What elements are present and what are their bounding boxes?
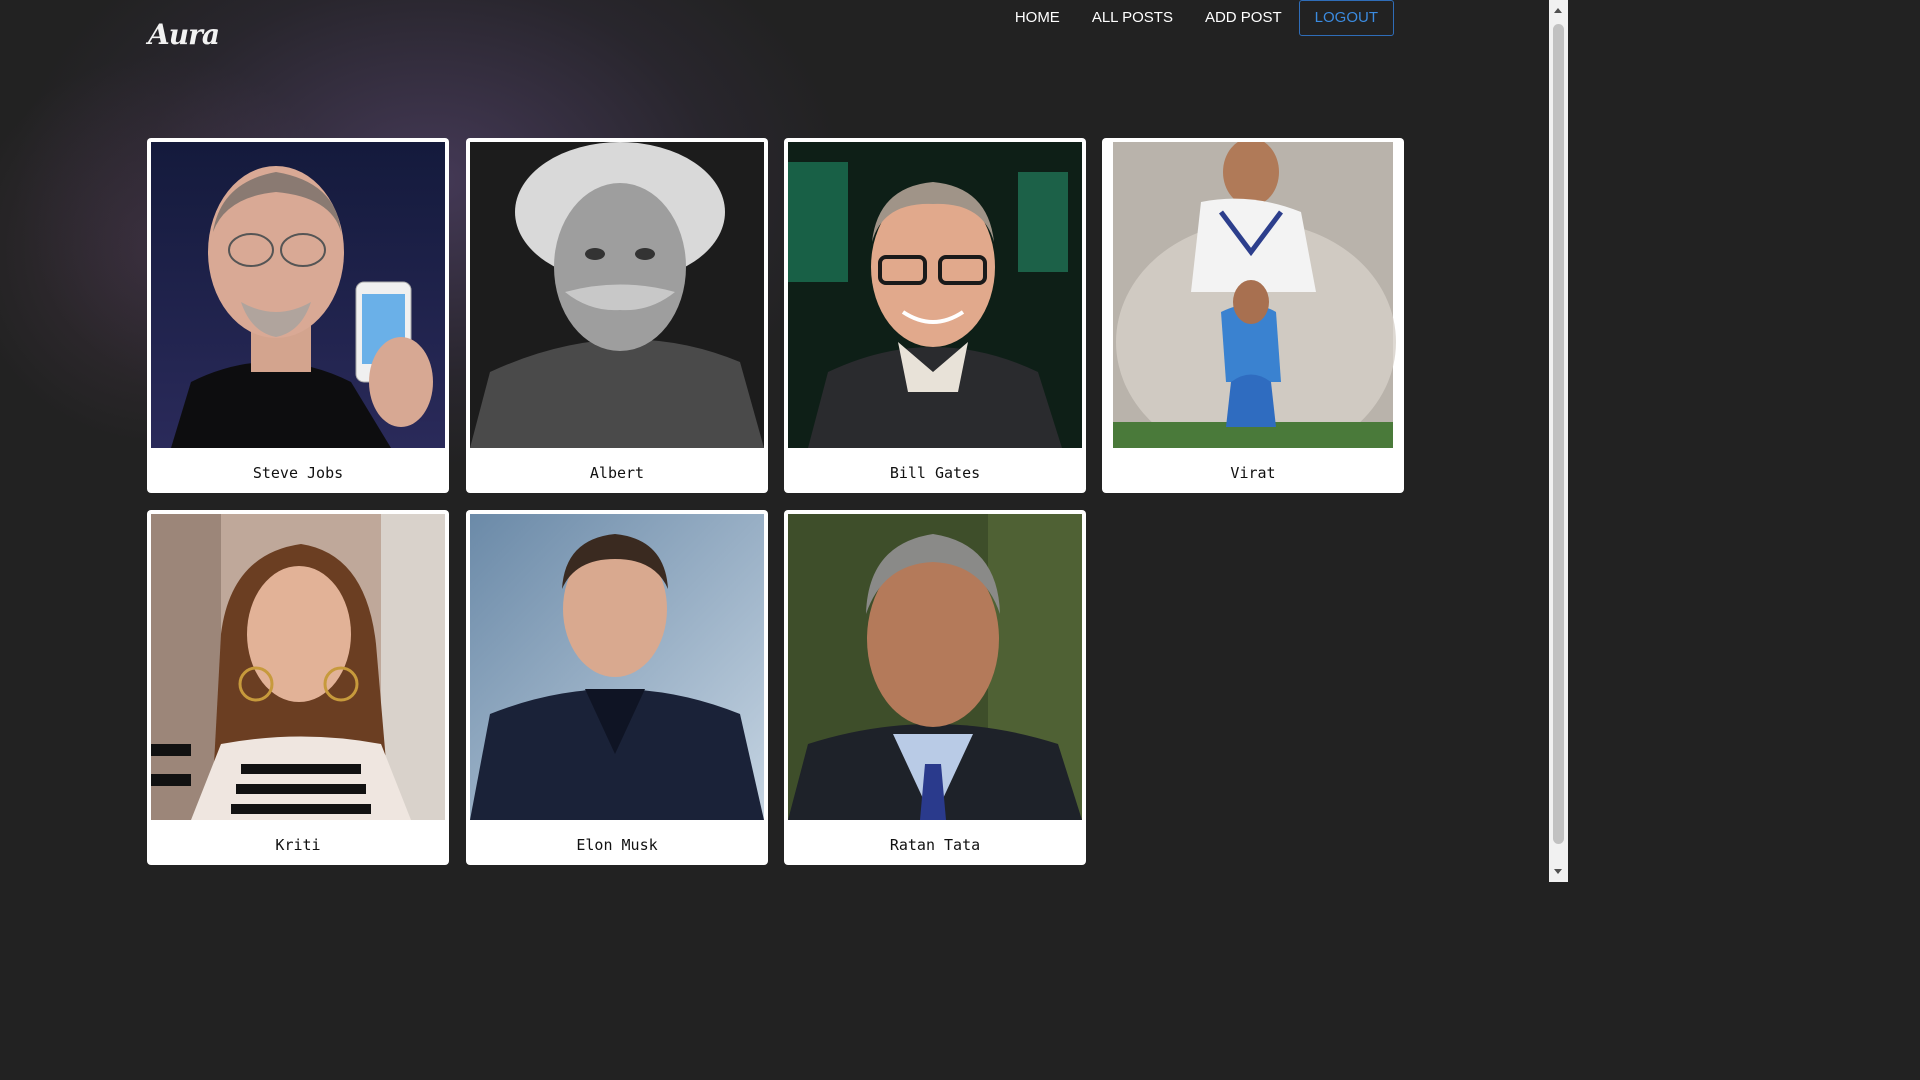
page-scrollbar[interactable] (1549, 0, 1568, 882)
scroll-down-arrow-icon[interactable] (1554, 869, 1562, 874)
nav-home-link[interactable]: HOME (999, 0, 1076, 36)
nav-all-posts-link[interactable]: ALL POSTS (1076, 0, 1189, 36)
post-card[interactable]: Elon Musk (466, 510, 768, 865)
post-card[interactable]: Kriti (147, 510, 449, 865)
post-card[interactable]: Virat (1102, 138, 1404, 493)
post-card[interactable]: Albert (466, 138, 768, 493)
post-card[interactable]: Bill Gates (784, 138, 1086, 493)
nav-add-post-link[interactable]: ADD POST (1189, 0, 1298, 36)
post-photo[interactable] (788, 514, 1082, 820)
scrollbar-thumb[interactable] (1553, 24, 1564, 844)
logout-button[interactable]: LOGOUT (1298, 0, 1394, 36)
post-name: Bill Gates (889, 463, 981, 482)
post-name: Elon Musk (576, 835, 658, 854)
post-name: Kriti (275, 835, 321, 854)
post-photo[interactable] (788, 142, 1082, 448)
post-name: Steve Jobs (252, 463, 344, 482)
post-card[interactable]: Steve Jobs (147, 138, 449, 493)
post-photo[interactable] (470, 142, 764, 448)
post-photo[interactable] (151, 514, 445, 820)
post-name: Albert (589, 463, 645, 482)
scroll-up-arrow-icon[interactable] (1554, 8, 1562, 13)
post-photo[interactable] (470, 514, 764, 820)
post-name: Ratan Tata (889, 835, 981, 854)
nav-links: HOME ALL POSTS ADD POST LOGOUT (999, 0, 1394, 36)
post-photo[interactable] (1106, 142, 1400, 448)
post-photo[interactable] (151, 142, 445, 448)
brand-logo[interactable]: Aura (148, 18, 220, 51)
navbar: Aura HOME ALL POSTS ADD POST LOGOUT (0, 0, 1549, 80)
post-name: Virat (1230, 463, 1276, 482)
post-card[interactable]: Ratan Tata (784, 510, 1086, 865)
